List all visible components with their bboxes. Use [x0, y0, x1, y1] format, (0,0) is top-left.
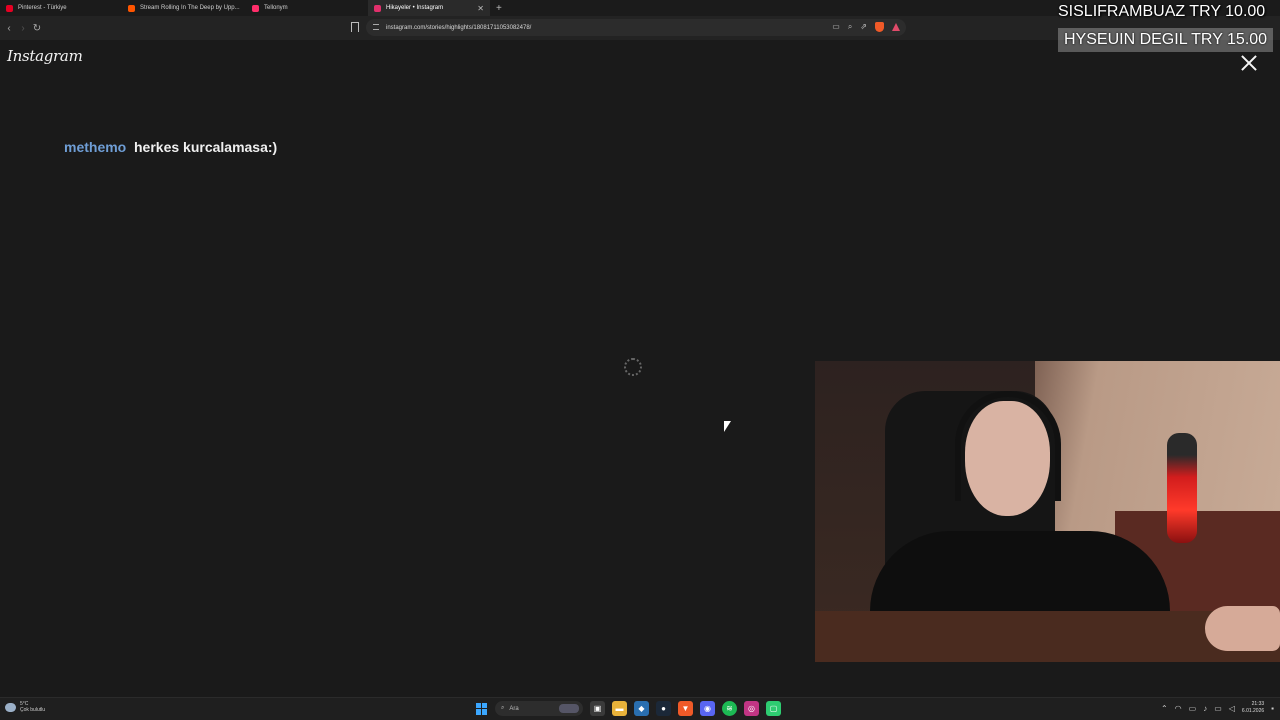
bookmark-icon[interactable] — [351, 22, 359, 32]
donation-alert-top: SISLIFRAMBUAZ TRY 10.00 — [1058, 3, 1266, 20]
tab-pinterest[interactable]: Pinterest - Türkiye — [0, 0, 122, 16]
story-highlight-title: herkes kurcalamasa:) — [134, 139, 278, 155]
microphone — [1167, 433, 1197, 543]
url-text: instagram.com/stories/highlights/1808171… — [386, 24, 532, 31]
network-icon[interactable]: ▭ — [1189, 704, 1197, 713]
wifi-icon[interactable]: ◠ — [1175, 704, 1182, 713]
weather-widget[interactable]: 5°C Çok bulutlu — [5, 701, 45, 713]
reload-icon[interactable]: ↻ — [30, 23, 44, 34]
site-settings-icon[interactable] — [373, 24, 379, 30]
tellonym-favicon-icon — [252, 4, 259, 12]
windows-start-icon[interactable] — [476, 702, 488, 715]
brave-browser-icon[interactable]: ▼ — [678, 701, 693, 716]
pinterest-favicon-icon — [6, 4, 13, 12]
instagram-favicon-icon — [374, 4, 381, 12]
donation-alert-badge: HYSEUIN DEGIL TRY 15.00 — [1058, 28, 1274, 52]
search-highlight-icon — [559, 704, 579, 713]
clock-date: 6.01.2026 — [1241, 708, 1265, 714]
brave-rewards-icon[interactable] — [892, 23, 900, 31]
address-bar[interactable]: instagram.com/stories/highlights/1808171… — [366, 19, 906, 36]
close-story-icon[interactable] — [1239, 53, 1259, 73]
display-icon[interactable]: ▭ — [1214, 704, 1222, 713]
soundcloud-favicon-icon — [128, 4, 135, 12]
headset — [955, 391, 1061, 501]
screen: { "browser": { "tabs": [ {"title": "Pint… — [0, 0, 1280, 720]
story-username[interactable]: methemo — [64, 139, 126, 155]
instagram-app-icon[interactable]: ◎ — [744, 701, 759, 716]
app-icon[interactable]: ◆ — [634, 701, 649, 716]
obs-icon[interactable]: ▢ — [766, 701, 781, 716]
chevron-up-icon[interactable]: ⌃ — [1161, 704, 1168, 713]
task-view-icon[interactable]: ▣ — [590, 701, 605, 716]
file-explorer-icon[interactable]: ▬ — [612, 701, 627, 716]
windows-taskbar: 5°C Çok bulutlu ⌕ Ara ▣ ▬ ◆ ● ▼ ◉ ≋ ◎ ▢ … — [0, 697, 1280, 720]
webcam-feed — [815, 361, 1280, 662]
search-placeholder: Ara — [509, 705, 519, 712]
weather-desc: Çok bulutlu — [20, 707, 46, 713]
instagram-logo[interactable]: Instagram — [7, 47, 83, 65]
taskbar-apps: ⌕ Ara ▣ ▬ ◆ ● ▼ ◉ ≋ ◎ ▢ — [476, 701, 781, 716]
taskbar-search[interactable]: ⌕ Ara — [495, 701, 583, 716]
mouse-cursor-icon — [724, 421, 731, 432]
back-icon[interactable]: ‹ — [2, 23, 16, 34]
cloud-icon — [5, 702, 16, 712]
volume-icon[interactable]: ◁ — [1229, 704, 1235, 713]
close-tab-icon[interactable]: ✕ — [477, 4, 484, 13]
spotify-icon[interactable]: ≋ — [722, 701, 737, 716]
notification-icon[interactable]: ▪ — [1271, 704, 1274, 713]
system-tray: ⌃ ◠ ▭ ♪ ▭ ◁ 21:33 6.01.2026 ▪ — [1161, 701, 1274, 715]
cast-icon[interactable]: ▭ — [832, 22, 840, 32]
clock-time: 21:33 — [1251, 701, 1265, 707]
tab-instagram[interactable]: Hikayeler • Instagram ✕ — [368, 0, 490, 16]
tab-soundcloud[interactable]: Stream Rolling In The Deep by Upp... — [122, 0, 246, 16]
zoom-icon[interactable]: ⌕ — [848, 22, 852, 32]
address-bar-actions: ▭ ⌕ ⇗ — [832, 22, 900, 32]
brave-shields-icon[interactable] — [875, 22, 884, 32]
new-tab-button[interactable]: + — [496, 3, 502, 14]
search-icon: ⌕ — [501, 705, 505, 711]
tab-title: Stream Rolling In The Deep by Upp... — [140, 5, 240, 11]
forward-icon[interactable]: › — [16, 23, 30, 34]
discord-icon[interactable]: ◉ — [700, 701, 715, 716]
microphone-tray-icon[interactable]: ♪ — [1203, 704, 1207, 713]
loading-spinner-icon — [624, 358, 642, 376]
steam-icon[interactable]: ● — [656, 701, 671, 716]
tab-title: Tellonym — [264, 5, 288, 11]
share-icon[interactable]: ⇗ — [860, 22, 867, 32]
tab-title: Hikayeler • Instagram — [386, 5, 444, 11]
tab-tellonym[interactable]: Tellonym — [246, 0, 368, 16]
tab-title: Pinterest - Türkiye — [18, 5, 67, 11]
clock[interactable]: 21:33 6.01.2026 — [1242, 701, 1264, 715]
